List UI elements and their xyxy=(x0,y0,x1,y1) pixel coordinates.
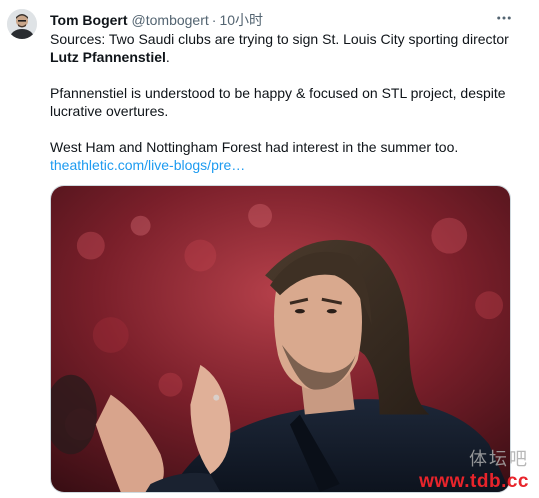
tweet-timestamp[interactable]: 10小时 xyxy=(219,10,263,30)
user-avatar-icon xyxy=(7,9,37,39)
photo-image xyxy=(51,186,510,492)
more-dots-icon xyxy=(497,16,511,20)
more-options-button[interactable] xyxy=(492,8,516,28)
tweet-paragraph-2: Pfannenstiel is understood to be happy &… xyxy=(50,85,506,119)
tweet-bold-name: Lutz Pfannenstiel xyxy=(50,49,166,65)
tweet-text: Sources: Two Saudi clubs are trying to s… xyxy=(50,30,520,174)
tweet-line1-prefix: Sources: Two Saudi clubs are trying to s… xyxy=(50,31,509,47)
tweet-paragraph-3: West Ham and Nottingham Forest had inter… xyxy=(50,139,459,155)
author-avatar[interactable] xyxy=(7,9,37,39)
tweet-line1-suffix: . xyxy=(165,49,170,65)
tweet-link[interactable]: theathletic.com/live-blogs/pre… xyxy=(50,157,245,173)
author-display-name[interactable]: Tom Bogert xyxy=(50,12,128,28)
header-separator: · xyxy=(211,12,217,28)
tweet-paragraph-1: Sources: Two Saudi clubs are trying to s… xyxy=(50,30,520,66)
tweet[interactable]: Tom Bogert @tombogert · 10小时 Sources: Tw… xyxy=(0,0,539,498)
tweet-media-photo[interactable] xyxy=(50,185,511,493)
author-handle[interactable]: @tombogert xyxy=(132,12,209,28)
tweet-header: Tom Bogert @tombogert · 10小时 xyxy=(50,10,263,28)
